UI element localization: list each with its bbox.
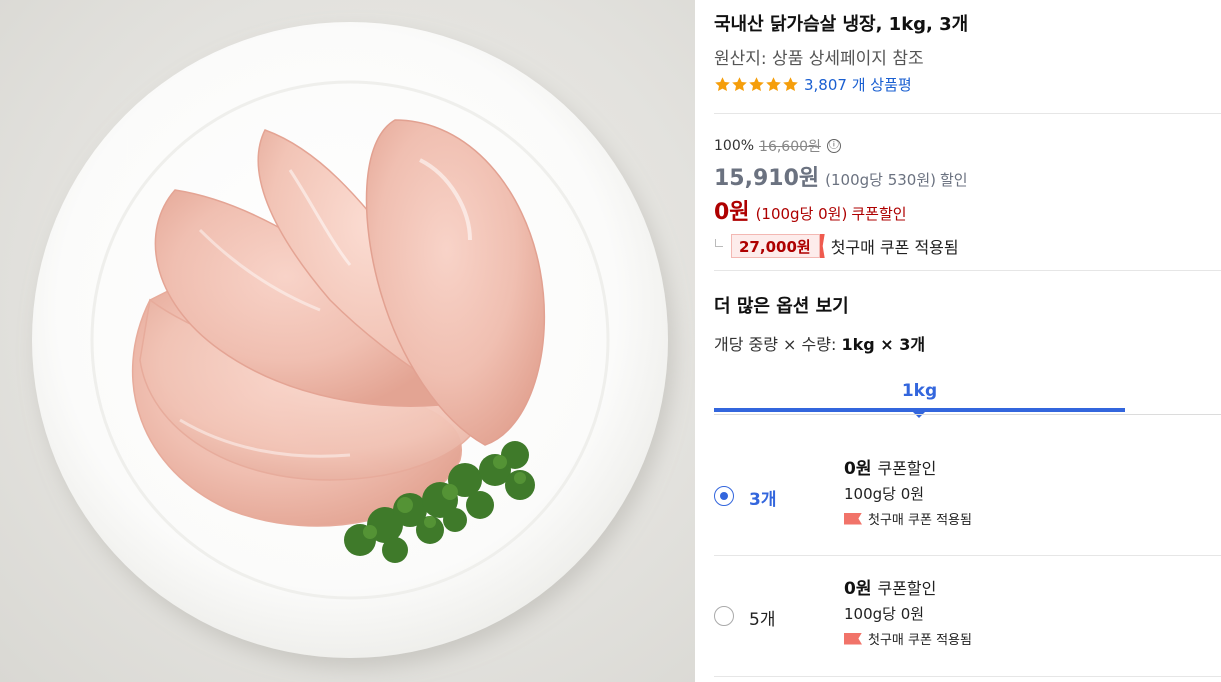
option-price-label: 쿠폰할인	[877, 459, 937, 478]
option-price: 0원	[844, 579, 872, 599]
radio-selected-icon[interactable]	[714, 486, 734, 506]
divider	[714, 270, 1221, 271]
star-icon	[715, 76, 730, 91]
divider	[714, 113, 1221, 114]
quantity-label: 개당 중량 × 수량:	[714, 335, 837, 354]
option-name[interactable]: 5개	[749, 605, 775, 630]
first-purchase-coupon-badge: 27,000원	[731, 234, 820, 258]
option-coupon-note: 첫구매 쿠폰 적용됨	[844, 509, 972, 528]
option-price-label: 쿠폰할인	[877, 579, 937, 598]
discount-rate: 100%	[714, 138, 755, 154]
coupon-price-row: 0원 (100g당 0원) 쿠폰할인	[714, 194, 1221, 226]
list-price: 16,600원	[759, 139, 821, 155]
product-title: 국내산 닭가슴살 냉장, 1kg, 3개	[714, 14, 969, 35]
first-purchase-amount: 27,000원	[739, 237, 811, 256]
product-origin: 원산지: 상품 상세페이지 참조	[714, 49, 924, 69]
option-name[interactable]: 3개	[749, 485, 776, 510]
product-details-panel: 국내산 닭가슴살 냉장, 1kg, 3개 원산지: 상품 상세페이지 참조 3,…	[714, 0, 1221, 682]
coupon-ticket-icon	[844, 632, 862, 645]
star-icon	[749, 76, 764, 91]
sale-unit-price: (100g당 530원)	[825, 171, 936, 189]
product-photo-illustration	[32, 22, 668, 658]
price-box: 100% 16,600원 ⓘ 15,910원 (100g당 530원) 할인 0…	[714, 136, 1221, 258]
first-purchase-label: 첫구매 쿠폰 적용됨	[830, 238, 959, 257]
coupon-ticket-icon	[819, 234, 825, 258]
tab-1kg[interactable]: 1kg	[714, 374, 1125, 412]
info-icon[interactable]: ⓘ	[826, 139, 841, 153]
option-price: 0원	[844, 459, 872, 479]
review-count-link[interactable]: 3,807 개 상품평	[804, 74, 912, 95]
option-price-line: 0원 쿠폰할인	[844, 574, 936, 599]
rating-row[interactable]: 3,807 개 상품평	[714, 74, 912, 94]
option-price-line: 0원 쿠폰할인	[844, 454, 936, 479]
divider	[714, 555, 1221, 556]
option-coupon-note: 첫구매 쿠폰 적용됨	[844, 629, 972, 648]
option-item-3[interactable]: 3개 0원 쿠폰할인 100g당 0원 첫구매 쿠폰 적용됨	[714, 454, 1221, 574]
option-unit-price: 100g당 0원	[844, 485, 925, 503]
option-coupon-text: 첫구매 쿠폰 적용됨	[868, 513, 972, 528]
sale-price-row: 15,910원 (100g당 530원) 할인	[714, 160, 1221, 192]
first-purchase-coupon-row: 27,000원 첫구매 쿠폰 적용됨	[714, 234, 1221, 258]
more-options-title: 더 많은 옵션 보기	[714, 296, 849, 317]
rating-stars	[714, 76, 799, 93]
star-icon	[766, 76, 781, 91]
option-unit-price: 100g당 0원	[844, 605, 925, 623]
coupon-unit-price: (100g당 0원)	[755, 205, 848, 223]
quantity-value: 1kg × 3개	[841, 335, 926, 354]
tab-baseline	[714, 414, 1221, 415]
coupon-ticket-icon	[844, 512, 862, 525]
coupon-price: 0원	[714, 200, 750, 225]
quantity-summary: 개당 중량 × 수량: 1kg × 3개	[714, 331, 925, 355]
product-image[interactable]	[0, 0, 695, 682]
coupon-label: 쿠폰할인	[851, 205, 907, 223]
star-icon	[783, 76, 798, 91]
radio-unselected-icon[interactable]	[714, 606, 734, 626]
sale-price: 15,910원	[714, 166, 820, 191]
weight-tabs: 1kg	[714, 374, 1221, 418]
list-price-row: 100% 16,600원 ⓘ	[714, 136, 1221, 156]
divider	[714, 676, 1221, 677]
sale-label: 할인	[940, 171, 968, 189]
option-coupon-text: 첫구매 쿠폰 적용됨	[868, 633, 972, 648]
caret-down-icon	[913, 412, 925, 418]
elbow-connector-icon	[715, 239, 723, 247]
star-icon	[732, 76, 747, 91]
option-item-5[interactable]: 5개 0원 쿠폰할인 100g당 0원 첫구매 쿠폰 적용됨	[714, 574, 1221, 682]
